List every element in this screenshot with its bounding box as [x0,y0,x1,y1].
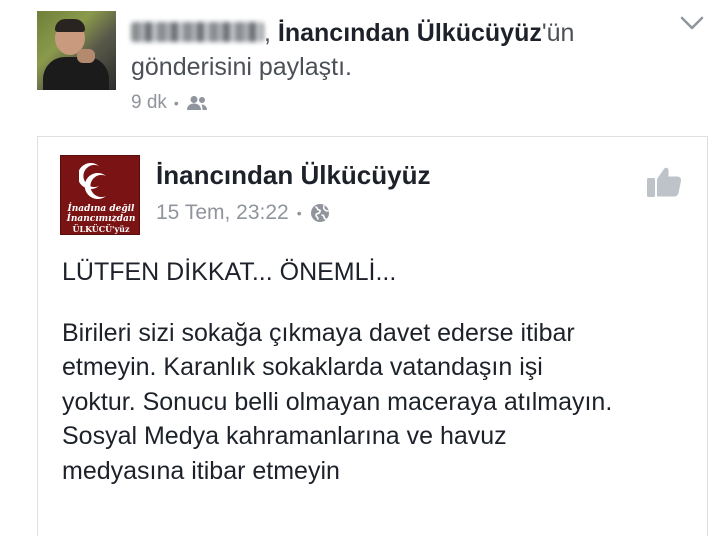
share-timestamp[interactable]: 9 dk [131,92,167,114]
meta-separator: • [296,205,302,221]
post-body-line: etmeyin. Karanlık sokaklarda vatandaşın … [62,353,543,381]
shared-page-link[interactable]: İnancından Ülkücüyüz [278,19,542,47]
post-body-line: yoktur. Sonucu belli olmayan maceraya at… [62,387,613,416]
avatar-caption-line: İnancımızdan [66,214,136,224]
share-header: , İnancından Ülkücüyüz'ün gönderisini pa… [131,16,651,84]
avatar-caption-line: İnadına değil [67,204,135,214]
crescents-logo-icon [79,163,106,199]
meta-separator: • [173,95,179,111]
sharer-avatar[interactable] [37,11,116,90]
chevron-down-icon[interactable] [680,16,704,30]
post-paragraph: Birileri sizi sokağa çıkmaya davet eders… [62,316,692,489]
post-headline: LÜTFEN DİKKAT... ÖNEMLİ... [62,258,397,286]
sharer-name-blurred[interactable] [131,22,264,42]
thumbs-up-icon[interactable] [644,161,684,201]
post-body: LÜTFEN DİKKAT... ÖNEMLİ... Birileri sizi… [62,255,692,488]
page-avatar[interactable]: İnadına değil İnancımızdan ÜLKÜCÜ'yüz [60,155,140,235]
post-page-name[interactable]: İnancından Ülkücüyüz [156,159,431,191]
globe-icon[interactable] [310,203,330,223]
avatar-caption-line: ÜLKÜCÜ'yüz [72,224,130,234]
share-action-text: gönderisini paylaştı. [131,53,352,81]
shared-post-card: İnadına değil İnancımızdan ÜLKÜCÜ'yüz İn… [37,136,708,536]
post-meta: 15 Tem, 23:22 • [156,199,330,227]
post-timestamp[interactable]: 15 Tem, 23:22 [156,201,289,225]
share-suffix: 'ün [541,19,575,47]
post-body-line: medyasına itibar etmeyin [62,456,340,485]
friends-icon[interactable] [186,95,208,111]
share-separator: , [264,19,271,47]
post-body-line: Sosyal Medya kahramanlarına ve havuz [62,422,507,450]
share-meta: 9 dk • [131,90,208,116]
post-body-line: Birileri sizi sokağa çıkmaya davet eders… [62,318,575,347]
